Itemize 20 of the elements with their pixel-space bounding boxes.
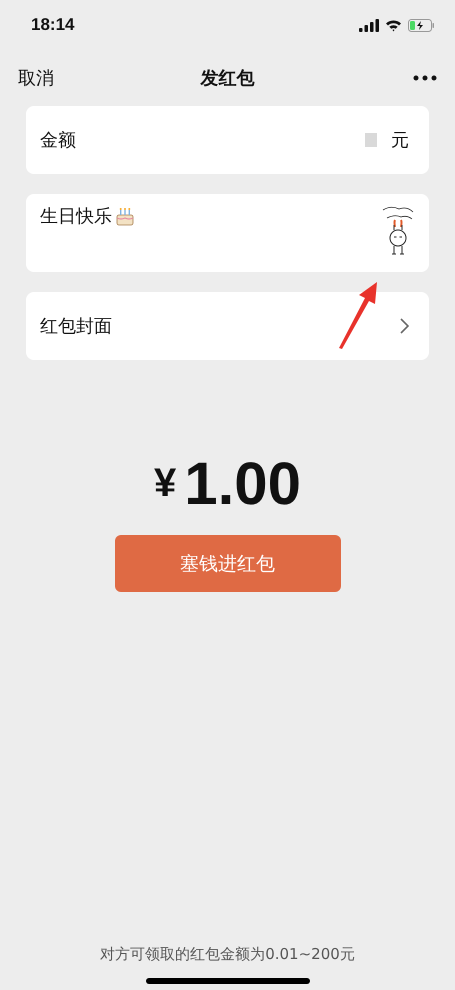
- total-amount: 1.00: [184, 448, 302, 518]
- battery-icon: [408, 18, 435, 32]
- page-title: 发红包: [200, 67, 254, 90]
- currency-symbol: ¥: [154, 460, 176, 506]
- more-icon[interactable]: [413, 75, 437, 81]
- cover-row[interactable]: 红包封面: [26, 292, 429, 360]
- chevron-right-icon: [400, 318, 409, 334]
- amount-label: 金额: [40, 129, 76, 152]
- signal-icon: [359, 18, 379, 32]
- message-text: 生日快乐: [40, 205, 112, 228]
- cursor-icon: [365, 133, 377, 147]
- cancel-button[interactable]: 取消: [18, 66, 54, 90]
- cake-icon: [114, 206, 136, 226]
- amount-field[interactable]: 金额 元: [26, 106, 429, 174]
- status-time: 18:14: [31, 15, 74, 35]
- unit-label: 元: [391, 129, 409, 152]
- message-field[interactable]: 生日快乐: [26, 194, 429, 272]
- cover-label: 红包封面: [40, 315, 112, 338]
- wifi-icon: [385, 18, 402, 32]
- footer-note: 对方可领取的红包金额为0.01~200元: [99, 945, 356, 964]
